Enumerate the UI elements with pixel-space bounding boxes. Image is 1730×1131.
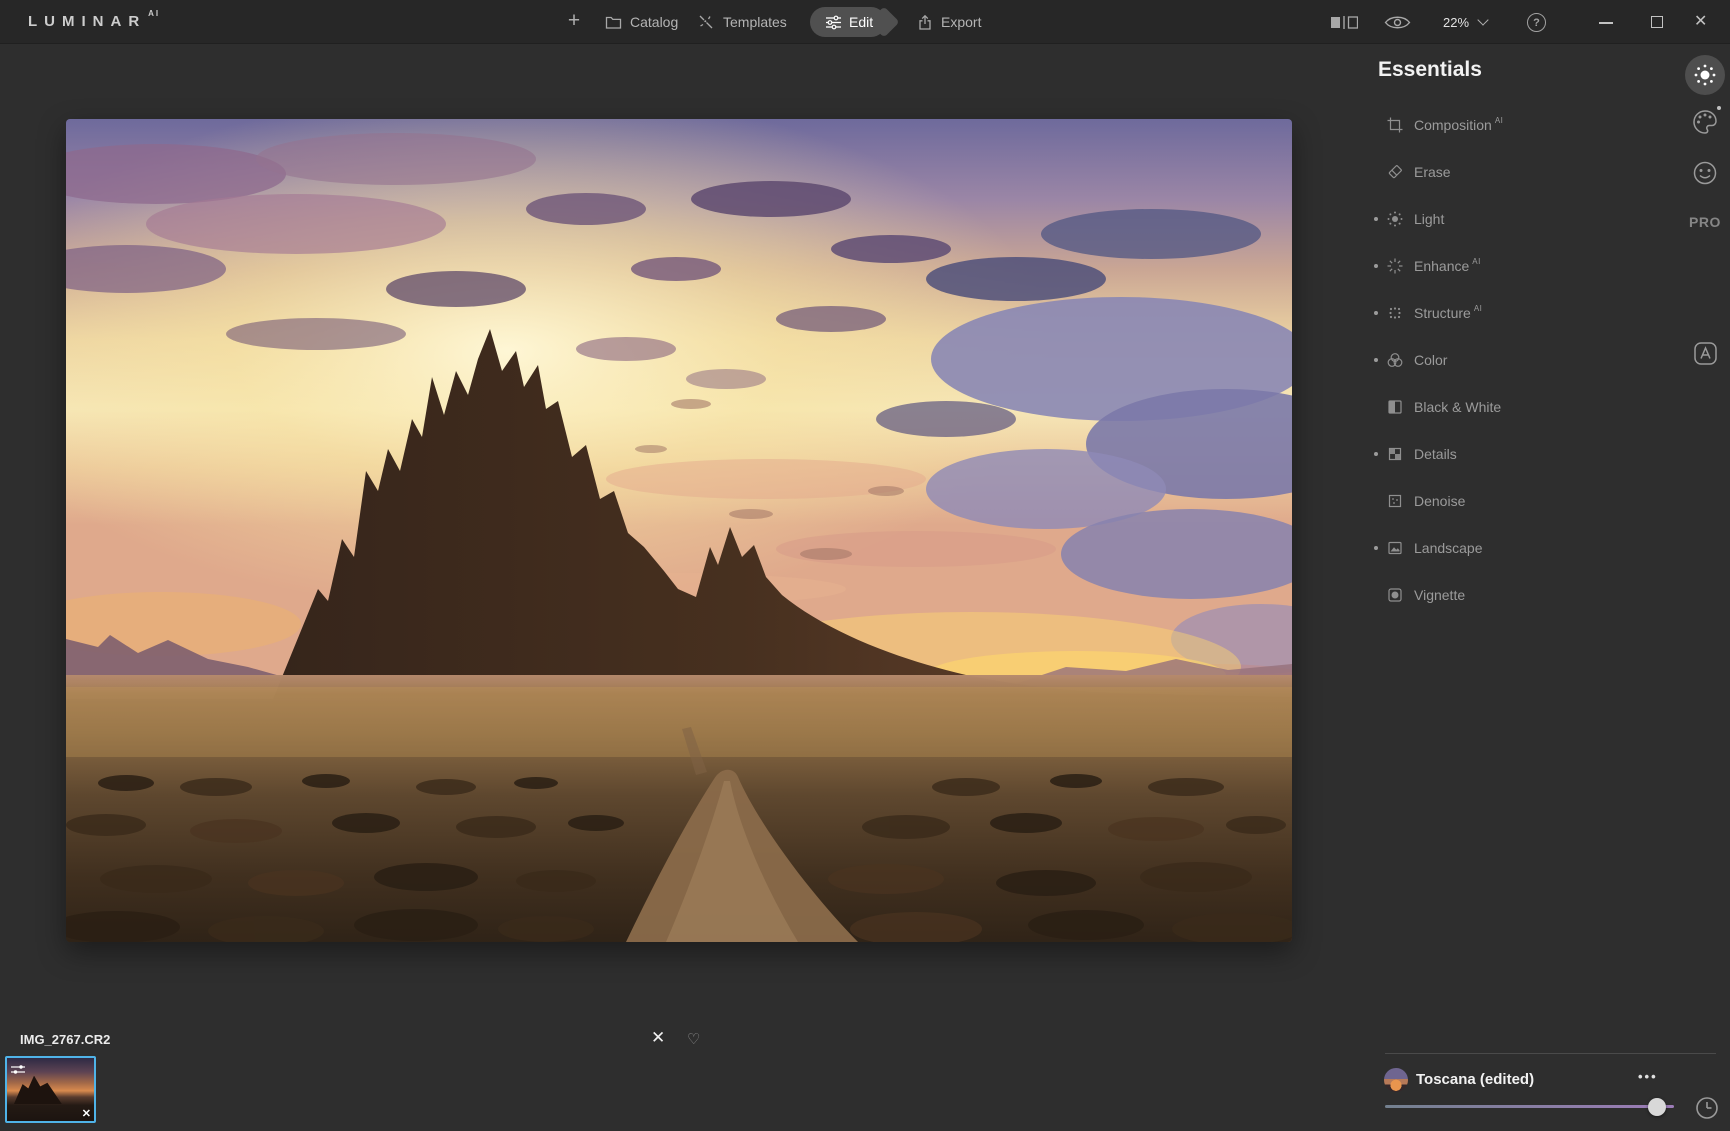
tool-label: Details <box>1414 446 1457 462</box>
tools-list: CompositionAI Erase Light EnhanceAI <box>1372 102 1612 619</box>
edited-dot <box>1717 106 1721 110</box>
compare-view-icon[interactable] <box>1330 16 1358 29</box>
filename-label: IMG_2767.CR2 <box>20 1032 110 1047</box>
thumbnail-remove-button[interactable]: ✕ <box>82 1107 91 1120</box>
tool-label: Structure <box>1414 305 1471 321</box>
zoom-level-control[interactable]: 22% <box>1443 0 1487 44</box>
tab-export-label: Export <box>941 14 981 30</box>
eraser-icon <box>1386 163 1404 181</box>
edited-dot <box>1374 311 1378 315</box>
sidebar-item-composition[interactable]: CompositionAI <box>1372 102 1612 149</box>
category-professional-button[interactable]: PRO <box>1689 214 1721 230</box>
window-close-button[interactable]: ✕ <box>1694 11 1707 31</box>
app-logo: LUMINARAI <box>28 13 160 30</box>
help-icon: ? <box>1533 17 1540 29</box>
sparkles-icon <box>1386 257 1404 275</box>
panel-title: Essentials <box>1378 58 1482 82</box>
sidebar-item-enhance[interactable]: EnhanceAI <box>1372 243 1612 290</box>
sidebar-item-erase[interactable]: Erase <box>1372 149 1612 196</box>
edited-dot <box>1374 452 1378 456</box>
palette-icon <box>1691 108 1719 136</box>
logo-text: LUMINAR <box>28 13 146 30</box>
folder-icon <box>605 15 622 30</box>
sun-category-icon <box>1693 63 1717 87</box>
logo-ai-sup: AI <box>148 9 160 18</box>
crop-icon <box>1386 116 1404 134</box>
top-bar: LUMINARAI + Catalog Templates Edit <box>0 0 1730 44</box>
tab-templates-label: Templates <box>723 14 787 30</box>
tool-label: Denoise <box>1414 493 1465 509</box>
mountain-photo-icon <box>1386 539 1404 557</box>
sidebar-item-black-white[interactable]: Black & White <box>1372 384 1612 431</box>
vignette-icon <box>1386 586 1404 604</box>
tab-edit-active[interactable]: Edit <box>810 7 886 37</box>
tool-label: Color <box>1414 352 1447 368</box>
category-essentials-button[interactable] <box>1685 55 1725 95</box>
noise-square-icon <box>1386 492 1404 510</box>
checker-icon <box>1386 445 1404 463</box>
help-button[interactable]: ? <box>1527 13 1546 32</box>
a-frame-icon <box>1694 342 1717 365</box>
history-button[interactable] <box>1695 1096 1719 1120</box>
edited-dot <box>1374 264 1378 268</box>
category-creative-button[interactable] <box>1691 108 1719 136</box>
tool-label: Landscape <box>1414 540 1483 556</box>
add-photos-button[interactable]: + <box>560 7 588 35</box>
tool-label: Composition <box>1414 117 1492 133</box>
adjust-sliders-icon <box>825 15 842 30</box>
sidebar-item-light[interactable]: Light <box>1372 196 1612 243</box>
sun-icon <box>1386 210 1404 228</box>
category-portrait-button[interactable] <box>1691 159 1719 187</box>
chevron-down-icon <box>1477 14 1488 25</box>
landscape-photo <box>66 119 1292 942</box>
tab-export[interactable]: Export <box>917 0 981 44</box>
tab-templates[interactable]: Templates <box>697 0 787 44</box>
sidebar-item-landscape[interactable]: Landscape <box>1372 525 1612 572</box>
tab-catalog-label: Catalog <box>630 14 678 30</box>
color-circles-icon <box>1386 351 1404 369</box>
tool-label: Erase <box>1414 164 1451 180</box>
template-avatar <box>1384 1068 1408 1092</box>
clock-icon <box>1695 1096 1719 1120</box>
sidebar-item-details[interactable]: Details <box>1372 431 1612 478</box>
edited-dot <box>1374 546 1378 550</box>
template-amount-knob[interactable] <box>1648 1098 1666 1116</box>
local-adjustments-button[interactable] <box>1694 342 1717 365</box>
export-icon <box>917 14 933 31</box>
tab-edit-label: Edit <box>849 14 873 30</box>
edited-dot <box>1374 217 1378 221</box>
tool-label: Light <box>1414 211 1444 227</box>
ai-sup: AI <box>1474 304 1483 313</box>
smiley-face-icon <box>1691 159 1719 187</box>
magic-wand-icon <box>697 13 715 31</box>
sidebar-item-vignette[interactable]: Vignette <box>1372 572 1612 619</box>
window-minimize-button[interactable] <box>1599 22 1613 24</box>
tool-label: Enhance <box>1414 258 1469 274</box>
dots-grid-icon <box>1386 304 1404 322</box>
template-panel-divider <box>1385 1053 1716 1054</box>
preview-eye-icon[interactable] <box>1384 14 1411 31</box>
reject-button[interactable]: ✕ <box>651 1028 665 1048</box>
filmstrip-thumbnail[interactable]: ✕ <box>5 1056 96 1123</box>
ai-sup: AI <box>1495 116 1504 125</box>
tool-label: Black & White <box>1414 399 1501 415</box>
tab-catalog[interactable]: Catalog <box>605 0 678 44</box>
sidebar-item-color[interactable]: Color <box>1372 337 1612 384</box>
tool-label: Vignette <box>1414 587 1465 603</box>
photo-canvas[interactable] <box>66 119 1292 942</box>
template-amount-slider[interactable] <box>1385 1105 1674 1108</box>
favorite-heart-icon[interactable]: ♡ <box>687 1030 700 1048</box>
sidebar-item-structure[interactable]: StructureAI <box>1372 290 1612 337</box>
ai-sup: AI <box>1472 257 1481 266</box>
edited-sliders-icon <box>11 1062 26 1080</box>
edited-dot <box>1374 358 1378 362</box>
zoom-level-value: 22% <box>1443 15 1469 30</box>
template-name: Toscana (edited) <box>1416 1071 1534 1088</box>
window-maximize-button[interactable] <box>1651 16 1663 28</box>
sidebar-item-denoise[interactable]: Denoise <box>1372 478 1612 525</box>
template-options-button[interactable]: ••• <box>1638 1069 1658 1084</box>
half-square-icon <box>1386 398 1404 416</box>
